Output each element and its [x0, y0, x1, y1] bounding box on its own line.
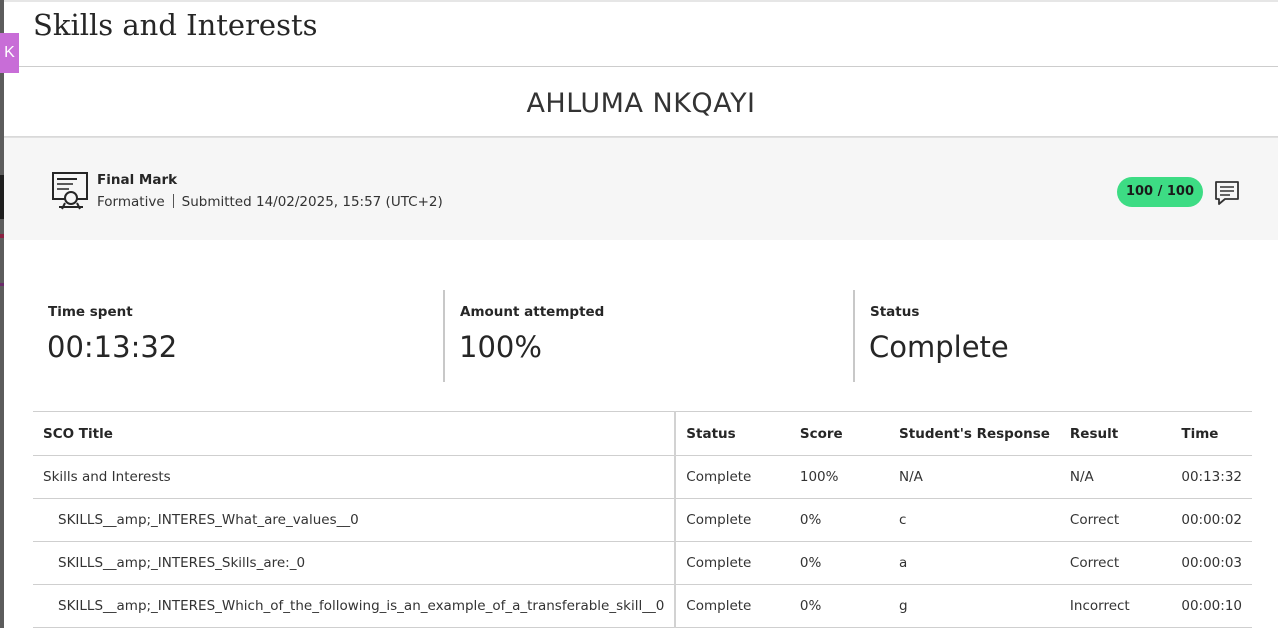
sco-score: 0% — [789, 498, 890, 542]
stat-label: Amount attempted — [460, 304, 605, 320]
column-header-status: Status — [675, 411, 790, 456]
attempt-panel: Skills and Interests AHLUMA NKQAYI Final… — [4, 0, 1278, 628]
sco-response: a — [889, 541, 1060, 585]
grade-title: Final Mark — [97, 172, 178, 188]
table-header-row: SCO Title Status Score Student's Respons… — [33, 411, 1252, 456]
table-row: Skills and Interests Complete 100% N/A N… — [33, 455, 1252, 499]
separator — [172, 194, 174, 208]
final-mark-section: Final Mark Formative Submitted 14/02/2025… — [4, 137, 1278, 240]
sco-table: SCO Title Status Score Student's Respons… — [33, 411, 1252, 628]
sco-status: Complete — [675, 498, 790, 542]
score-badge: 100 / 100 — [1117, 177, 1203, 207]
grade-type: Formative — [97, 194, 165, 210]
column-header-score: Score — [789, 411, 890, 456]
sco-result: Correct — [1059, 541, 1172, 585]
column-header-response: Student's Response — [889, 411, 1060, 456]
sco-score: 100% — [789, 455, 890, 499]
sco-score: 0% — [789, 541, 890, 585]
sco-status: Complete — [675, 584, 790, 628]
column-header-result: Result — [1059, 411, 1172, 456]
table-row: SKILLS__amp;_INTERES_What_are_values__0 … — [33, 498, 1252, 542]
stat-value: 00:13:32 — [47, 330, 178, 364]
sco-time: 00:00:02 — [1171, 498, 1252, 542]
sco-title: SKILLS__amp;_INTERES_What_are_values__0 — [33, 498, 677, 542]
sco-result: Correct — [1059, 498, 1172, 542]
table-row: SKILLS__amp;_INTERES_Skills_are:_0 Compl… — [33, 541, 1252, 585]
sco-time: 00:13:32 — [1171, 455, 1252, 499]
sco-time: 00:00:10 — [1171, 584, 1252, 628]
divider — [19, 66, 1278, 67]
sco-title: Skills and Interests — [33, 455, 677, 499]
student-name: AHLUMA NKQAYI — [526, 88, 756, 119]
stat-label: Time spent — [48, 304, 133, 320]
stat-value: 100% — [459, 330, 542, 364]
page-title: Skills and Interests — [33, 8, 318, 42]
sco-result: N/A — [1059, 455, 1172, 499]
table-row: SKILLS__amp;_INTERES_Which_of_the_follow… — [33, 584, 1252, 628]
sco-response: g — [889, 584, 1060, 628]
status-stat: Status Complete — [853, 290, 1253, 382]
grade-meta: Formative Submitted 14/02/2025, 15:57 (UT… — [97, 194, 443, 210]
column-header-title: SCO Title — [33, 411, 677, 456]
submitted-date: Submitted 14/02/2025, 15:57 (UTC+2) — [181, 194, 443, 210]
sco-score: 0% — [789, 584, 890, 628]
attempt-summary: Time spent 00:13:32 Amount attempted 100… — [33, 290, 1253, 382]
sco-response: c — [889, 498, 1060, 542]
column-header-time: Time — [1171, 411, 1252, 456]
sco-title: SKILLS__amp;_INTERES_Skills_are:_0 — [33, 541, 677, 585]
time-spent-stat: Time spent 00:13:32 — [33, 290, 437, 382]
close-panel-button[interactable]: K — [0, 33, 19, 73]
sco-title: SKILLS__amp;_INTERES_Which_of_the_follow… — [33, 584, 677, 628]
feedback-icon[interactable] — [1214, 180, 1240, 206]
sco-response: N/A — [889, 455, 1060, 499]
sco-time: 00:00:03 — [1171, 541, 1252, 585]
stat-label: Status — [870, 304, 920, 320]
sco-result: Incorrect — [1059, 584, 1172, 628]
sco-status: Complete — [675, 455, 790, 499]
stat-value: Complete — [869, 330, 1009, 364]
amount-attempted-stat: Amount attempted 100% — [443, 290, 847, 382]
certificate-icon — [52, 172, 88, 210]
sco-status: Complete — [675, 541, 790, 585]
